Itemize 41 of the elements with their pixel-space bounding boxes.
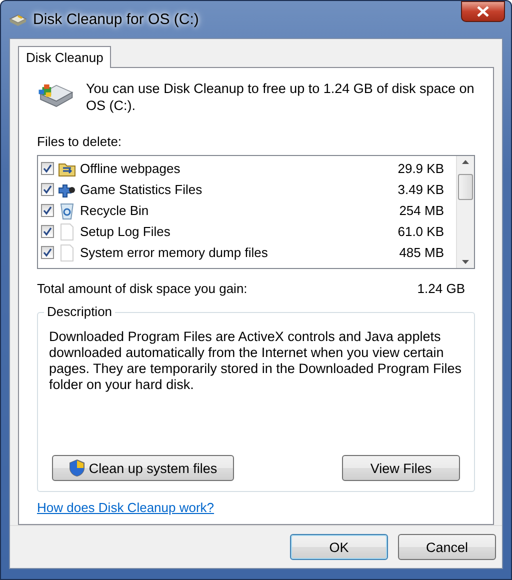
checkbox[interactable] [41,246,54,259]
group-title: Description [44,304,116,319]
description-text: Downloaded Program Files are ActiveX controls and Java applets downloaded automatically from the Internet when you view certain pages. They are temporarily stored in the Downloaded Program Files folder on your hard disk. [49,329,462,393]
file-name: Recycle Bin [80,203,150,218]
file-size: 3.49 KB [398,182,445,197]
shield-icon [68,459,85,477]
file-size: 485 MB [399,245,445,260]
recycle-bin-icon [58,202,76,220]
scroll-up-icon[interactable] [462,160,469,164]
close-button[interactable] [461,1,505,22]
intro-text: You can use Disk Cleanup to free up to 1.24 GB of disk space on OS (C:). [86,80,475,114]
tab[interactable]: Disk Cleanup [18,46,112,68]
folder-icon [58,160,76,176]
help-link[interactable]: How does Disk Cleanup work? [37,500,214,515]
scroll-thumb[interactable] [458,174,473,200]
file-name: Setup Log Files [80,224,172,239]
action-button[interactable]: Clean up system files [52,455,234,481]
file-size: 254 MB [399,203,445,218]
file-size: 29.9 KB [398,161,445,176]
file-name: Game Statistics Files [80,182,204,197]
dialog-button[interactable]: Cancel [398,534,496,560]
scrollbar[interactable] [456,156,474,268]
total-value: 1.24 GB [417,281,465,296]
checkbox[interactable] [41,183,54,196]
checkbox[interactable] [41,204,54,217]
files-label: Files to delete: [37,134,123,149]
dialog-button[interactable]: OK [290,534,388,560]
file-name: Offline webpages [80,161,182,176]
file-size: 61.0 KB [398,224,445,239]
puzzle-icon [58,182,76,198]
window-title: Disk Cleanup for OS (C:) [33,11,199,28]
action-button[interactable]: View Files [342,455,460,481]
checkbox[interactable] [41,225,54,238]
total-label: Total amount of disk space you gain: [37,281,248,296]
document-icon [58,222,76,240]
file-name: System error memory dump files [80,245,269,260]
document-icon [58,244,76,262]
scroll-down-icon[interactable] [462,260,469,264]
close-icon [477,6,489,17]
disk-cleanup-icon [9,12,27,26]
checkbox[interactable] [41,162,54,175]
